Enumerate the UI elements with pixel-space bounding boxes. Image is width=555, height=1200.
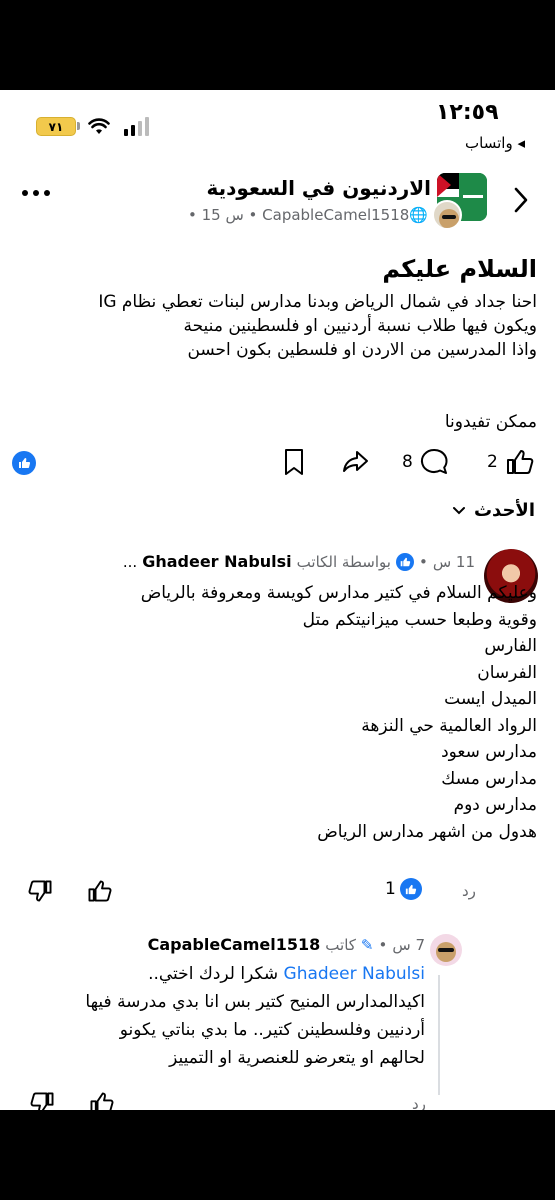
reply-line: لحالهم او يتعرضو للعنصرية او التمييز [169, 1048, 425, 1068]
comment-count: 8 [402, 452, 413, 472]
globe-icon: 🌐 [409, 206, 428, 224]
post-body: احنا جداد في شمال الرياض وبدنا مدارس لبن… [17, 290, 537, 434]
signal-icon [124, 116, 150, 136]
comment-line: الفارس [484, 636, 537, 656]
comment-line: مدارس دوم [453, 795, 537, 815]
screen: ١٢:٥٩ ◂ واتساب ٧١ الاردنيون في السعودية … [0, 0, 555, 1200]
sort-label: الأحدث [473, 500, 535, 521]
commenter-name[interactable]: Ghadeer Nabulsi [142, 552, 291, 571]
thread-line [438, 975, 440, 1095]
reply-button[interactable]: رد [462, 882, 476, 900]
user-avatar[interactable] [432, 200, 462, 230]
bookmark-icon[interactable] [283, 446, 305, 478]
bottom-black-bar [0, 1110, 555, 1200]
post-meta: 🌐CapableCamel1518 • س 15 • [188, 206, 428, 224]
more-options-icon[interactable] [22, 190, 50, 200]
mention-link[interactable]: Ghadeer Nabulsi [284, 964, 425, 984]
thumb-up-icon[interactable] [86, 878, 112, 904]
comment-line: هدول من اشهر مدارس الرياض [317, 821, 537, 842]
comment-line: وعليكم السلام في كتير مدارس كويسة ومعروف… [140, 583, 537, 603]
comment-line: الرواد العالمية حي النزهة [361, 715, 537, 736]
like-badge-icon [399, 878, 422, 900]
comment-line: الميدل ايست [444, 689, 537, 709]
comment-meta: 11 س • بواسطة الكاتب Ghadeer Nabulsi ... [122, 552, 475, 571]
upvote-button[interactable]: 2 [487, 446, 534, 478]
verified-icon [395, 552, 414, 571]
post-meta-text: CapableCamel1518 • س 15 • [187, 206, 410, 224]
like-badge-icon [12, 451, 36, 475]
reply-time: 7 س [392, 935, 425, 954]
replier-avatar[interactable] [430, 934, 462, 966]
comment-line: الفرسان [477, 662, 537, 683]
replier-name[interactable]: CapableCamel1518 [148, 935, 321, 954]
reply-meta: 7 س • ✎ كاتب CapableCamel1518 [147, 935, 425, 954]
thumb-up-icon [506, 450, 534, 474]
upvote-count: 2 [487, 452, 498, 472]
post-title: السلام عليكم [382, 255, 537, 283]
battery-tip [77, 122, 80, 130]
author-tag: بواسطة الكاتب [296, 552, 391, 571]
reply-line: شكرا لردك اختي.. [148, 964, 284, 984]
comment-line: وقوية وطبعا حسب ميزانيتكم متل [302, 609, 537, 630]
share-icon[interactable] [340, 446, 370, 478]
battery-icon: ٧١ [36, 117, 76, 136]
reply-line: أردنيين وفلسطينن كتير.. ما بدي بناتي يكو… [119, 1020, 425, 1040]
comment-button[interactable]: 8 [402, 446, 449, 478]
post-line: ممكن تفيدونا [444, 412, 537, 432]
comment-like-number: 1 [385, 879, 396, 899]
reply-line: اكيدالمدارس المنيح كتير بس انا بدي مدرسة… [85, 992, 425, 1012]
group-name[interactable]: الاردنيون في السعودية [206, 176, 431, 200]
chevron-down-icon [452, 506, 465, 514]
author-tag: كاتب [325, 935, 356, 954]
reply-body: Ghadeer Nabulsi شكرا لردك اختي.. اكيدالم… [85, 960, 425, 1072]
comment-body: وعليكم السلام في كتير مدارس كويسة ومعروف… [141, 580, 537, 845]
comment-like-count[interactable]: 1 [385, 878, 422, 900]
thumb-down-icon[interactable] [28, 878, 54, 904]
comment-time: 11 س [432, 552, 475, 571]
post-line: احنا جداد في شمال الرياض وبدنا مدارس لبن… [98, 292, 537, 312]
chevron-right-icon[interactable] [510, 186, 532, 214]
comment-line: مدارس مسك [441, 768, 537, 789]
comment-icon [420, 448, 448, 474]
post-line: واذا المدرسين من الاردن او فلسطين بكون ا… [187, 340, 537, 360]
back-to-app-link[interactable]: ◂ واتساب [465, 134, 525, 152]
reply-first-line: Ghadeer Nabulsi شكرا لردك اختي.. [85, 960, 425, 988]
pencil-icon: ✎ [360, 935, 374, 954]
post-line: ويكون فيها طلاب نسبة أردنيين او فلسطينين… [183, 316, 537, 336]
sort-dropdown[interactable]: الأحدث [452, 500, 535, 521]
comment-line: مدارس سعود [441, 742, 537, 762]
wifi-icon [88, 118, 110, 134]
status-time: ١٢:٥٩ [436, 100, 499, 125]
